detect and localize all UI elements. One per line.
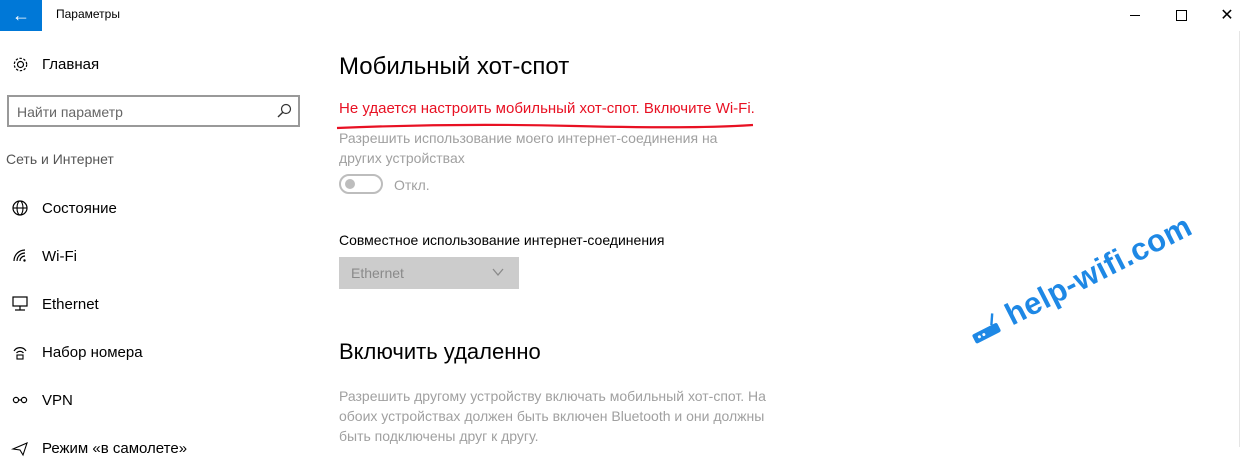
search-input[interactable] [17, 103, 267, 121]
scrollbar[interactable] [1239, 31, 1240, 447]
sidebar-item-ethernet[interactable]: Ethernet [10, 292, 99, 316]
sharing-title: Совместное использование интернет-соедин… [339, 232, 665, 248]
sharing-dropdown[interactable]: Ethernet [339, 257, 519, 289]
window-title: Параметры [56, 7, 120, 21]
remote-description: Разрешить другому устройству включать мо… [339, 388, 766, 444]
sidebar-item-label: Состояние [42, 199, 117, 217]
arrow-left-icon: ← [12, 5, 30, 25]
title-bar: ← Параметры ✕ [0, 0, 1244, 31]
gear-icon [10, 54, 30, 74]
share-description: Разрешить использование моего интернет-с… [339, 130, 718, 166]
close-button[interactable]: ✕ [1204, 0, 1244, 31]
sidebar-item-dialup[interactable]: Набор номера [10, 340, 143, 364]
ethernet-icon [10, 294, 30, 314]
minimize-icon [1130, 15, 1140, 16]
globe-icon [10, 198, 30, 218]
minimize-button[interactable] [1112, 0, 1158, 31]
sidebar-section-label: Сеть и Интернет [6, 151, 114, 167]
airplane-icon [10, 438, 30, 458]
page-title: Мобильный хот-спот [339, 53, 570, 80]
maximize-icon [1175, 10, 1187, 21]
sidebar-item-label: Ethernet [42, 295, 99, 313]
vpn-icon [10, 390, 30, 410]
sidebar-item-label: Набор номера [42, 343, 143, 361]
sidebar-item-label: VPN [42, 391, 73, 409]
sidebar-item-vpn[interactable]: VPN [10, 388, 73, 412]
hotspot-toggle[interactable] [339, 174, 383, 194]
sidebar-item-status[interactable]: Состояние [10, 196, 117, 220]
sidebar-item-label: Wi-Fi [42, 247, 77, 265]
sidebar-item-airplane[interactable]: Режим «в самолете» [10, 436, 187, 460]
sidebar-item-label: Режим «в самолете» [42, 439, 188, 457]
toggle-knob [345, 179, 355, 189]
chevron-down-icon [492, 268, 504, 277]
error-message: Не удается настроить мобильный хот-спот.… [339, 100, 755, 117]
close-icon: ✕ [1220, 6, 1234, 24]
wifi-icon [10, 246, 30, 266]
sidebar-home-label: Главная [42, 55, 100, 73]
toggle-state-label: Откл. [394, 177, 430, 193]
maximize-button[interactable] [1158, 0, 1204, 31]
back-button[interactable]: ← [0, 0, 42, 31]
search-box[interactable] [7, 95, 300, 127]
watermark-text: help-wifi.com [999, 208, 1198, 333]
watermark: help-wifi.com [962, 208, 1198, 352]
sidebar-home[interactable]: Главная [10, 52, 99, 76]
remote-title: Включить удаленно [339, 339, 541, 364]
router-icon [972, 313, 1001, 344]
search-icon[interactable] [276, 103, 292, 119]
dialup-icon [10, 342, 30, 362]
dropdown-value: Ethernet [351, 265, 404, 281]
sidebar-item-wifi[interactable]: Wi-Fi [10, 244, 77, 268]
